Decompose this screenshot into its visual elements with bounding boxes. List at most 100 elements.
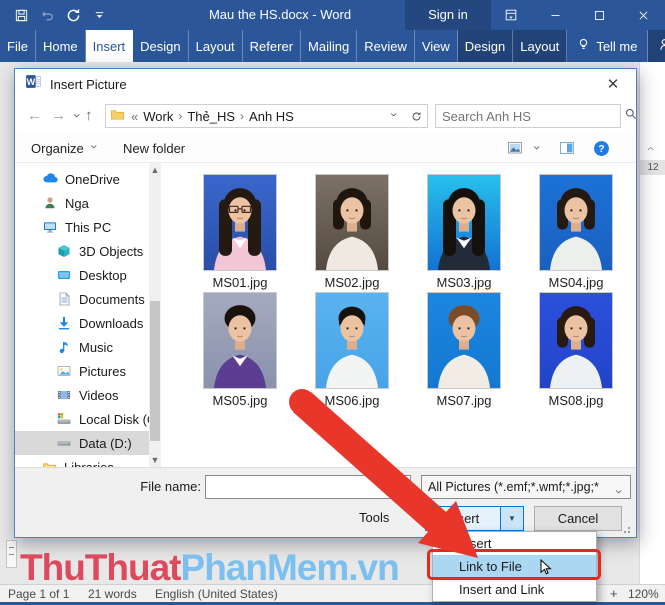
- photo-thumbnail[interactable]: [539, 292, 613, 389]
- photo-thumbnail[interactable]: [427, 174, 501, 271]
- breadcrumb-item[interactable]: Thẻ_HS: [187, 109, 235, 124]
- resize-grip[interactable]: [623, 524, 633, 534]
- ribbon-tab-insert[interactable]: Insert: [86, 30, 134, 62]
- photo-thumbnail[interactable]: [315, 292, 389, 389]
- new-folder-button[interactable]: New folder: [123, 133, 185, 163]
- ribbon-tab-design[interactable]: Design: [133, 30, 188, 62]
- sidebar-item-local-disk-c-[interactable]: Local Disk (C:): [15, 407, 149, 431]
- zoom-level[interactable]: 120%: [628, 587, 659, 601]
- insert-button[interactable]: Insert: [425, 506, 501, 531]
- help-icon[interactable]: ?: [593, 133, 610, 163]
- refresh-icon[interactable]: [406, 104, 428, 128]
- file-list: MS01.jpg MS02.jpg MS03.jpg MS04.jpg: [161, 163, 636, 467]
- menu-item-insert-and-link[interactable]: Insert and Link: [433, 578, 596, 601]
- photo-thumbnail[interactable]: [203, 292, 277, 389]
- photo-thumbnail[interactable]: [427, 292, 501, 389]
- chevron-down-icon: [89, 141, 100, 156]
- maximize-icon[interactable]: [577, 0, 621, 30]
- ribbon-tab-view[interactable]: View: [415, 30, 458, 62]
- search-input[interactable]: [436, 109, 624, 124]
- sidebar-item-nga[interactable]: Nga: [15, 191, 149, 215]
- sidebar-item-pictures[interactable]: Pictures: [15, 359, 149, 383]
- ribbon-tab-layout[interactable]: Layout: [189, 30, 243, 62]
- preview-pane-icon[interactable]: [559, 133, 575, 163]
- ribbon-tab-referer[interactable]: Referer: [243, 30, 301, 62]
- undo-icon[interactable]: [34, 0, 60, 30]
- file-item[interactable]: MS04.jpg: [520, 174, 632, 290]
- sidebar-item-downloads[interactable]: Downloads: [15, 311, 149, 335]
- recent-locations-icon[interactable]: [72, 109, 83, 127]
- breadcrumb-item[interactable]: Work: [143, 109, 173, 124]
- file-item[interactable]: MS08.jpg: [520, 292, 632, 408]
- file-item[interactable]: MS01.jpg: [184, 174, 296, 290]
- language-indicator[interactable]: English (United States): [155, 587, 278, 601]
- save-icon[interactable]: [8, 0, 34, 30]
- tell-me-box[interactable]: Tell me: [567, 30, 647, 62]
- breadcrumb-collapse[interactable]: «: [131, 109, 138, 124]
- forward-icon[interactable]: →: [51, 107, 66, 125]
- sidebar-item-data-d-[interactable]: Data (D:): [15, 431, 149, 455]
- word-canvas-right: 12: [639, 62, 665, 584]
- sidebar-item-3d-objects[interactable]: 3D Objects: [15, 239, 149, 263]
- file-name-label: MS04.jpg: [520, 275, 632, 290]
- sign-in-button[interactable]: Sign in: [405, 0, 491, 30]
- ribbon-display-options-icon[interactable]: [489, 0, 533, 30]
- sidebar-item-music[interactable]: Music: [15, 335, 149, 359]
- file-item[interactable]: MS02.jpg: [296, 174, 408, 290]
- search-icon[interactable]: [624, 107, 638, 126]
- menu-item-link-to-file[interactable]: Link to File: [433, 555, 596, 578]
- breadcrumb-item[interactable]: Anh HS: [249, 109, 294, 124]
- file-item[interactable]: MS07.jpg: [408, 292, 520, 408]
- ribbon-tab-mailing[interactable]: Mailing: [301, 30, 357, 62]
- share-button[interactable]: Share: [648, 30, 665, 62]
- title-bar: Mau the HS.docx - Word Sign in: [0, 0, 665, 30]
- ribbon-tab-review[interactable]: Review: [357, 30, 415, 62]
- photo-thumbnail[interactable]: [539, 174, 613, 271]
- chevron-down-icon[interactable]: [394, 483, 405, 501]
- sidebar-item-this-pc[interactable]: This PC: [15, 215, 149, 239]
- photo-thumbnail[interactable]: [203, 174, 277, 271]
- file-type-filter[interactable]: All Pictures (*.emf;*.wmf;*.jpg;*: [421, 475, 631, 499]
- close-icon[interactable]: [621, 0, 665, 30]
- scroll-up-icon[interactable]: ▲: [149, 163, 161, 177]
- sidebar-item-documents[interactable]: Documents: [15, 287, 149, 311]
- address-bar[interactable]: «Work›Thẻ_HS›Anh HS: [105, 104, 407, 128]
- page-indicator[interactable]: Page 1 of 1: [8, 587, 69, 601]
- scroll-down-icon[interactable]: ▼: [149, 453, 161, 467]
- sidebar-scrollbar[interactable]: ▲ ▼: [149, 163, 161, 467]
- tools-menu[interactable]: Tools: [359, 510, 389, 525]
- ribbon-tab-file[interactable]: File: [0, 30, 36, 62]
- sidebar-item-onedrive[interactable]: OneDrive: [15, 167, 149, 191]
- back-icon[interactable]: ←: [27, 107, 42, 125]
- customize-qat-icon[interactable]: [86, 0, 112, 30]
- file-name-combo[interactable]: [205, 475, 411, 499]
- file-item[interactable]: MS06.jpg: [296, 292, 408, 408]
- ribbon-tab-home[interactable]: Home: [36, 30, 86, 62]
- folder-icon: [110, 107, 125, 125]
- file-item[interactable]: MS05.jpg: [184, 292, 296, 408]
- dialog-close-icon[interactable]: ✕: [596, 69, 630, 99]
- file-item[interactable]: MS03.jpg: [408, 174, 520, 290]
- sidebar-item-libraries[interactable]: Libraries: [15, 455, 149, 467]
- views-dropdown-icon[interactable]: [532, 133, 543, 163]
- scrollbar-thumb[interactable]: [150, 301, 160, 441]
- scrollbar-up-icon[interactable]: [646, 142, 657, 160]
- menu-item-insert[interactable]: Insert: [433, 532, 596, 555]
- ribbon-tab-layout[interactable]: Layout: [513, 30, 567, 62]
- file-name-label: MS01.jpg: [184, 275, 296, 290]
- sidebar-item-videos[interactable]: Videos: [15, 383, 149, 407]
- address-dropdown-icon[interactable]: [389, 109, 400, 124]
- redo-icon[interactable]: [60, 0, 86, 30]
- photo-thumbnail[interactable]: [315, 174, 389, 271]
- cancel-button[interactable]: Cancel: [534, 506, 622, 531]
- insert-split-dropdown[interactable]: ▼: [500, 506, 524, 531]
- file-name-label: File name:: [101, 479, 201, 494]
- ribbon-tab-design[interactable]: Design: [458, 30, 513, 62]
- views-icon[interactable]: [507, 133, 523, 163]
- word-count[interactable]: 21 words: [88, 587, 137, 601]
- zoom-in-icon[interactable]: +: [610, 587, 618, 601]
- organize-menu[interactable]: Organize: [31, 133, 100, 163]
- minimize-icon[interactable]: [533, 0, 577, 30]
- up-icon[interactable]: ↑: [85, 107, 93, 125]
- sidebar-item-desktop[interactable]: Desktop: [15, 263, 149, 287]
